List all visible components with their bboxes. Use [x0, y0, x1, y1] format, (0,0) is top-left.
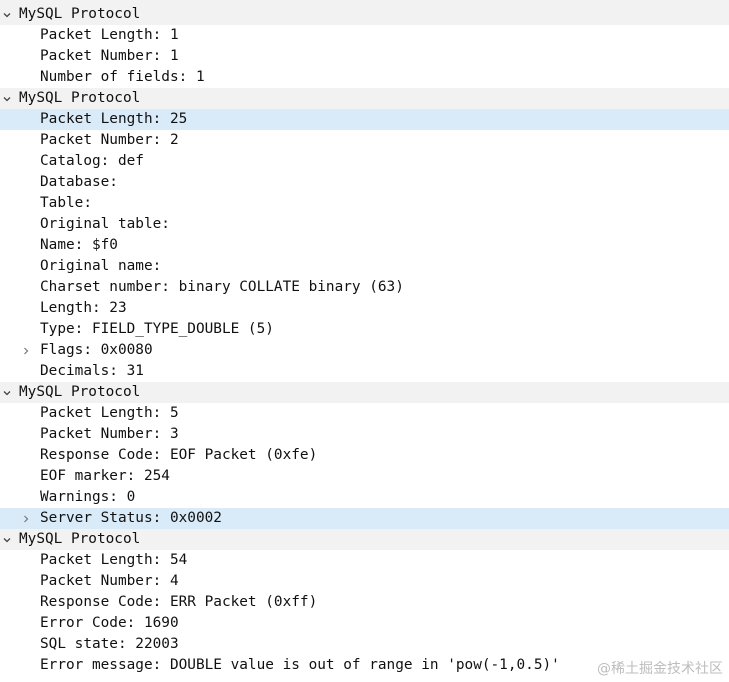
tree-field-label: Packet Number: 2	[40, 132, 179, 148]
tree-field-row[interactable]: Response Code: ERR Packet (0xff)	[0, 592, 729, 613]
tree-field-label: Packet Number: 1	[40, 48, 179, 64]
tree-field-label: Packet Number: 4	[40, 573, 179, 589]
tree-field-label: SQL state: 22003	[40, 636, 179, 652]
tree-field-label: Charset number: binary COLLATE binary (6…	[40, 279, 404, 295]
tree-field-row[interactable]: Packet Length: 25	[0, 109, 729, 130]
tree-node-mysql-protocol[interactable]: MySQL Protocol	[0, 4, 729, 25]
tree-field-label: Name: $f0	[40, 237, 118, 253]
tree-field-row[interactable]: Table:	[0, 193, 729, 214]
tree-field-label: Packet Length: 1	[40, 27, 179, 43]
tree-node-mysql-protocol[interactable]: MySQL Protocol	[0, 529, 729, 550]
tree-field-label: Packet Number: 3	[40, 426, 179, 442]
tree-node-label: MySQL Protocol	[19, 90, 141, 106]
tree-field-label: Database:	[40, 174, 118, 190]
tree-field-row[interactable]: Charset number: binary COLLATE binary (6…	[0, 277, 729, 298]
tree-field-row[interactable]: Packet Length: 5	[0, 403, 729, 424]
tree-field-row[interactable]: Length: 23	[0, 298, 729, 319]
tree-field-label: Response Code: EOF Packet (0xfe)	[40, 447, 318, 463]
tree-node-label: MySQL Protocol	[19, 531, 141, 547]
tree-node-mysql-protocol[interactable]: MySQL Protocol	[0, 88, 729, 109]
tree-field-label: Original table:	[40, 216, 170, 232]
tree-field-label: Packet Length: 5	[40, 405, 179, 421]
tree-field-row[interactable]: Packet Length: 1	[0, 25, 729, 46]
tree-field-row[interactable]: Server Status: 0x0002	[0, 508, 729, 529]
tree-field-label: Original name:	[40, 258, 162, 274]
tree-field-row[interactable]: Packet Number: 3	[0, 424, 729, 445]
tree-node-label: MySQL Protocol	[19, 6, 141, 22]
tree-field-row[interactable]: Original table:	[0, 214, 729, 235]
chevron-down-icon[interactable]	[0, 88, 14, 109]
tree-field-row[interactable]: Error Code: 1690	[0, 613, 729, 634]
chevron-down-icon[interactable]	[0, 4, 14, 25]
chevron-right-icon[interactable]	[19, 508, 33, 529]
tree-field-label: Type: FIELD_TYPE_DOUBLE (5)	[40, 321, 274, 337]
tree-field-row[interactable]: SQL state: 22003	[0, 634, 729, 655]
tree-node-label: MySQL Protocol	[19, 384, 141, 400]
tree-field-row[interactable]: Database:	[0, 172, 729, 193]
tree-field-row[interactable]: Response Code: EOF Packet (0xfe)	[0, 445, 729, 466]
tree-field-label: Server Status: 0x0002	[40, 510, 222, 526]
packet-details-tree: MySQL Protocol Packet Length: 1 Packet Num…	[0, 0, 729, 676]
tree-field-label: Response Code: ERR Packet (0xff)	[40, 594, 318, 610]
tree-node-mysql-protocol[interactable]: MySQL Protocol	[0, 382, 729, 403]
tree-field-row[interactable]: Catalog: def	[0, 151, 729, 172]
tree-field-row[interactable]: Packet Number: 2	[0, 130, 729, 151]
tree-field-label: Number of fields: 1	[40, 69, 205, 85]
tree-field-row[interactable]: Type: FIELD_TYPE_DOUBLE (5)	[0, 319, 729, 340]
tree-field-label: Flags: 0x0080	[40, 342, 153, 358]
tree-field-row[interactable]: Packet Number: 1	[0, 46, 729, 67]
tree-field-row[interactable]: EOF marker: 254	[0, 466, 729, 487]
tree-field-row[interactable]: Number of fields: 1	[0, 67, 729, 88]
chevron-down-icon[interactable]	[0, 382, 14, 403]
tree-field-row[interactable]: Flags: 0x0080	[0, 340, 729, 361]
tree-field-row[interactable]: Packet Number: 4	[0, 571, 729, 592]
chevron-right-icon[interactable]	[19, 340, 33, 361]
tree-field-row[interactable]: Decimals: 31	[0, 361, 729, 382]
chevron-down-icon[interactable]	[0, 529, 14, 550]
packet-details-body: MySQL Protocol Packet Length: 1 Packet Num…	[0, 4, 729, 676]
tree-field-row[interactable]: Warnings: 0	[0, 487, 729, 508]
tree-field-label: EOF marker: 254	[40, 468, 170, 484]
tree-field-row[interactable]: Packet Length: 54	[0, 550, 729, 571]
tree-field-label: Length: 23	[40, 300, 127, 316]
tree-field-label: Packet Length: 54	[40, 552, 188, 568]
tree-field-label: Table:	[40, 195, 92, 211]
tree-field-label: Error Code: 1690	[40, 615, 179, 631]
tree-field-row[interactable]: Original name:	[0, 256, 729, 277]
watermark: @稀土掘金技术社区	[597, 661, 723, 677]
tree-field-row[interactable]: Name: $f0	[0, 235, 729, 256]
tree-field-label: Catalog: def	[40, 153, 144, 169]
tree-field-label: Packet Length: 25	[40, 111, 188, 127]
tree-field-label: Error message: DOUBLE value is out of ra…	[40, 657, 560, 673]
tree-field-label: Warnings: 0	[40, 489, 136, 505]
tree-field-label: Decimals: 31	[40, 363, 144, 379]
